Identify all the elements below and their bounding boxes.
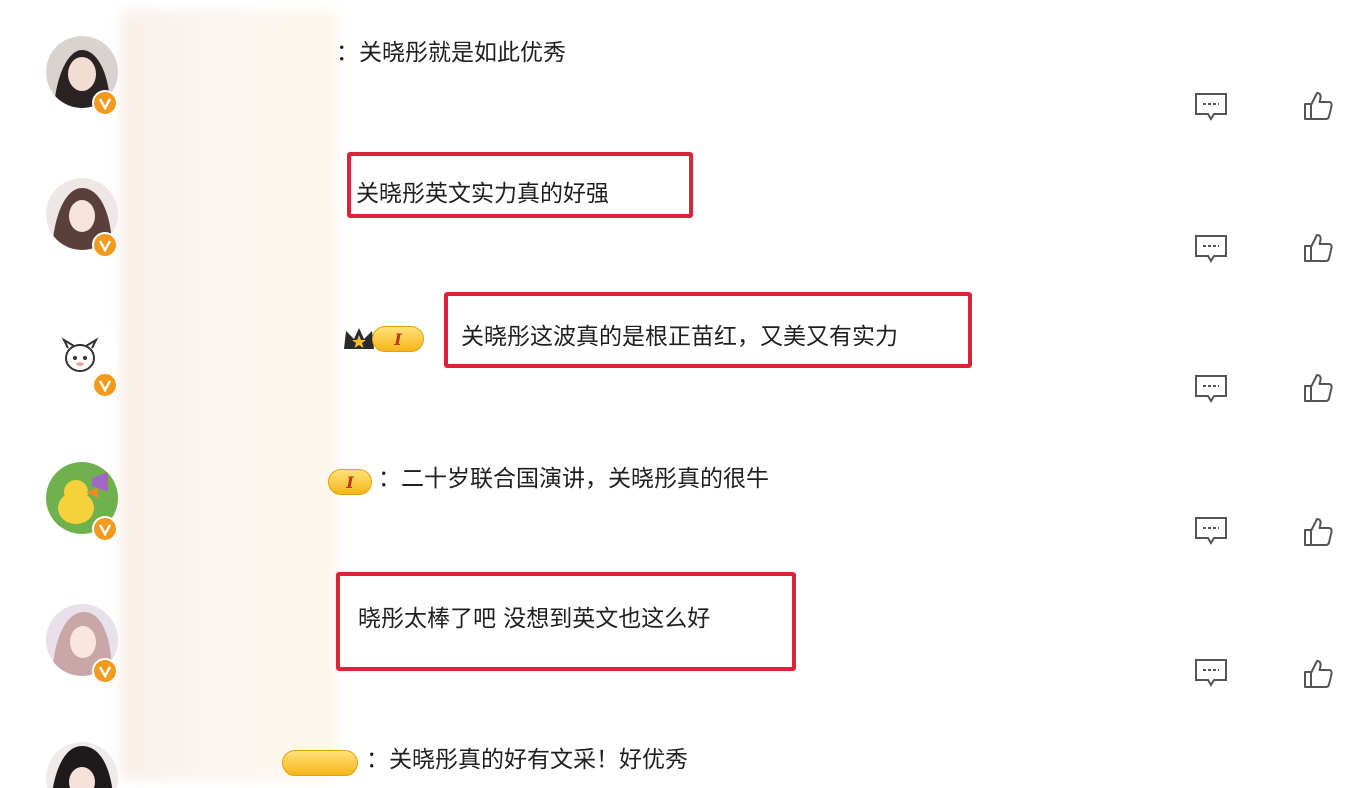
comment-reply-icon[interactable] (1194, 234, 1228, 264)
thumbs-up-icon[interactable] (1302, 658, 1334, 690)
verified-v-icon (92, 658, 118, 684)
comment-text: ：二十岁联合国演讲，关晓彤真的很牛 (378, 466, 769, 492)
comment-text: 晓彤太棒了吧 没想到英文也这么好 (358, 606, 711, 632)
comment-reply-icon[interactable] (1194, 92, 1228, 122)
comment-text: ：关晓彤真的好有文采！好优秀 (366, 747, 688, 773)
comment-item: 晓彤太棒了吧 没想到英文也这么好 (0, 572, 1364, 746)
thumbs-up-icon[interactable] (1302, 232, 1334, 264)
thumbs-up-icon[interactable] (1302, 372, 1334, 404)
user-avatar[interactable] (46, 742, 118, 788)
comment-reply-icon[interactable] (1194, 516, 1228, 546)
comment-text: 关晓彤英文实力真的好强 (356, 181, 609, 207)
comment-reply-icon[interactable] (1194, 658, 1228, 688)
verified-v-icon (92, 90, 118, 116)
comment-text: ：关晓彤就是如此优秀 (336, 40, 566, 66)
comment-item: I 关晓彤这波真的是根正苗红，又美又有实力 (0, 292, 1364, 460)
user-level-badge (282, 750, 358, 776)
verified-v-icon (92, 232, 118, 258)
thumbs-up-icon[interactable] (1302, 90, 1334, 122)
comment-item: ：关晓彤真的好有文采！好优秀 (0, 742, 1364, 788)
crown-icon (344, 328, 374, 349)
verified-v-icon (92, 516, 118, 542)
comment-text: 关晓彤这波真的是根正苗红，又美又有实力 (461, 324, 898, 350)
comment-reply-icon[interactable] (1194, 374, 1228, 404)
verified-v-icon (92, 372, 118, 398)
user-level-badge: I (328, 469, 372, 495)
thumbs-up-icon[interactable] (1302, 516, 1334, 548)
user-level-badge: I (372, 326, 424, 352)
